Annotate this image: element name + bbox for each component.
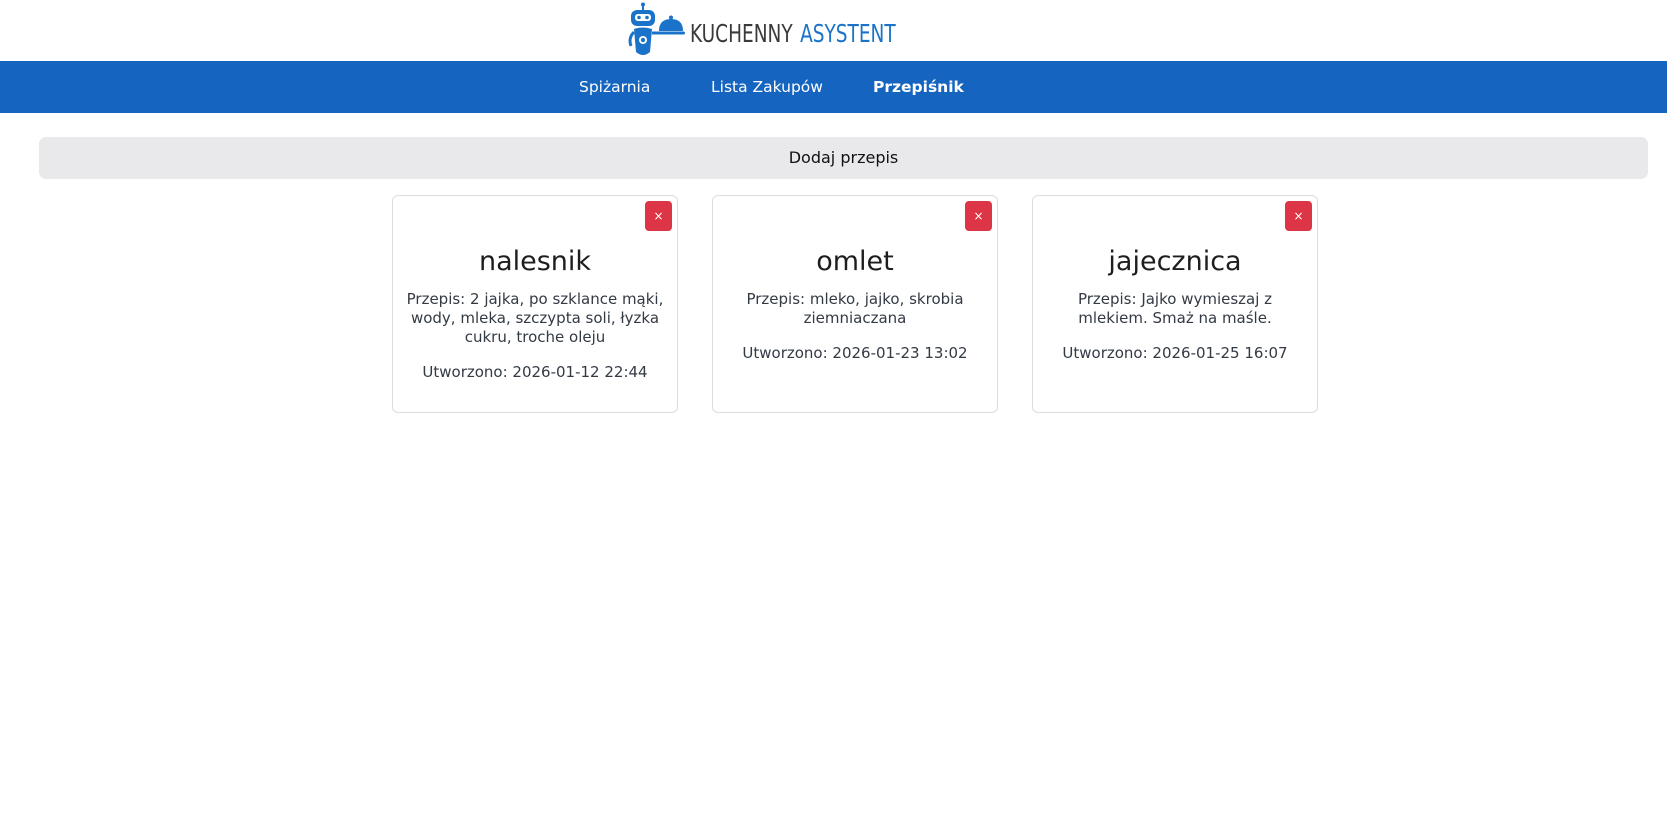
- recipe-title: jajecznica: [1108, 246, 1242, 277]
- robot-waiter-icon: [628, 2, 685, 55]
- recipe-body: Przepis: Jajko wymieszaj z mlekiem. Smaż…: [1045, 290, 1305, 363]
- recipe-text: Przepis: mleko, jajko, skrobia ziemniacz…: [746, 290, 964, 327]
- logo-word-kuchenny: KUCHENNY: [690, 19, 793, 48]
- recipe-title: omlet: [816, 246, 894, 277]
- recipe-created-date: Utworzono: 2026-01-23 13:02: [742, 344, 968, 362]
- recipe-body: Przepis: mleko, jajko, skrobia ziemniacz…: [725, 290, 985, 363]
- nav-item-przepisnik[interactable]: Przepiśnik: [873, 61, 964, 113]
- logo[interactable]: KUCHENNY ASYSTENT: [628, 0, 968, 61]
- add-recipe-button[interactable]: Dodaj przepis: [39, 137, 1648, 179]
- main-navbar: Spiżarnia Lista Zakupów Przepiśnik: [0, 61, 1667, 113]
- recipe-card: × nalesnik Przepis: 2 jajka, po szklance…: [392, 195, 678, 413]
- recipe-title: nalesnik: [478, 246, 592, 277]
- nav-item-spizarnia[interactable]: Spiżarnia: [579, 61, 650, 113]
- recipe-text: Przepis: Jajko wymieszaj z mlekiem. Smaż…: [1077, 290, 1273, 327]
- recipe-created-date: Utworzono: 2026-01-12 22:44: [422, 363, 648, 381]
- recipe-text: Przepis: 2 jajka, po szklance mąki, wody…: [406, 290, 664, 346]
- delete-recipe-button[interactable]: ×: [1285, 201, 1312, 231]
- recipe-created-date: Utworzono: 2026-01-25 16:07: [1062, 344, 1288, 362]
- recipe-card: × omlet Przepis: mleko, jajko, skrobia z…: [712, 195, 998, 413]
- logo-text: KUCHENNY ASYSTENT: [690, 19, 896, 48]
- delete-recipe-button[interactable]: ×: [645, 201, 672, 231]
- recipe-card: × jajecznica Przepis: Jajko wymieszaj z …: [1032, 195, 1318, 413]
- nav-item-lista-zakupow[interactable]: Lista Zakupów: [711, 61, 823, 113]
- delete-recipe-button[interactable]: ×: [965, 201, 992, 231]
- header: KUCHENNY ASYSTENT: [0, 0, 1667, 61]
- logo-word-asystent: ASYSTENT: [800, 19, 896, 48]
- recipe-body: Przepis: 2 jajka, po szklance mąki, wody…: [405, 290, 665, 382]
